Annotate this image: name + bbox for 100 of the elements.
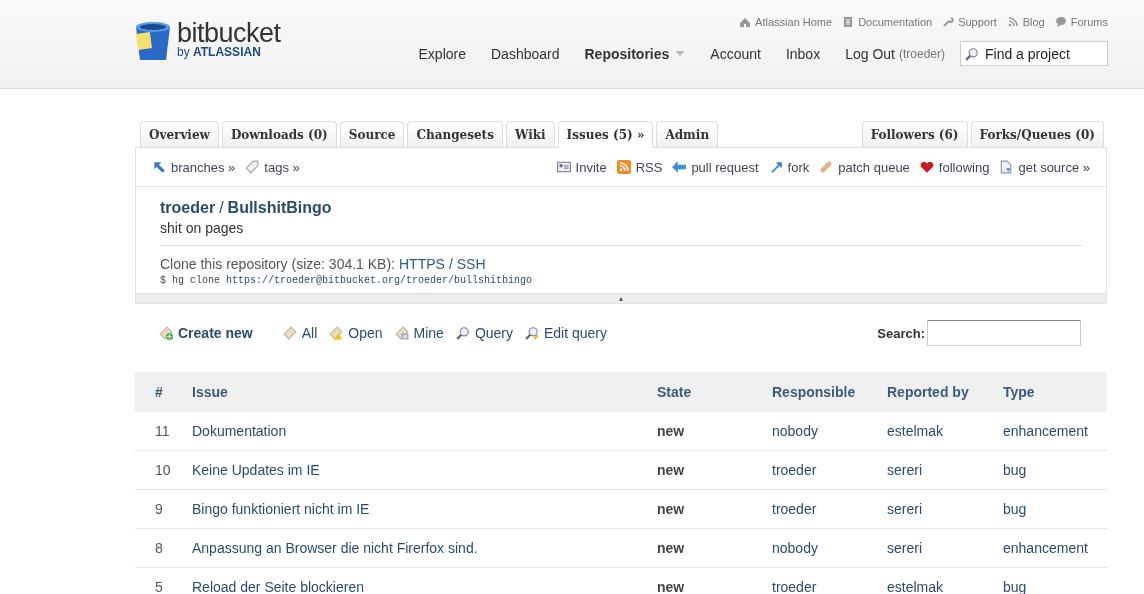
reporter-link[interactable]: sereri (887, 540, 1003, 556)
responsible-link[interactable]: troeder (772, 501, 887, 517)
speech-bubble-icon (1054, 16, 1067, 28)
nav-link[interactable]: Log Out (troeder) (845, 45, 945, 62)
responsible-link[interactable]: troeder (772, 579, 887, 594)
toolbar-link[interactable]: All (301, 325, 318, 341)
issue-link[interactable]: Keine Updates im IE (192, 462, 657, 478)
issue-state: new (657, 501, 686, 517)
arrow-icon (768, 160, 783, 174)
clone-label: Clone this repository (size: 304.1 KB): (160, 256, 395, 272)
issue-type: enhancement (1003, 423, 1089, 439)
tab[interactable]: Admin (656, 121, 719, 147)
issue-type: bug (1003, 501, 1028, 517)
clone-command: $ hg clone (160, 275, 220, 286)
toolbar-link[interactable]: Invite (575, 159, 607, 175)
owner-link[interactable]: troeder (160, 199, 216, 217)
issue-type: bug (1003, 462, 1028, 478)
issue-link[interactable]: Bingo funktioniert nicht im IE (192, 501, 657, 517)
toolbar-link[interactable]: patch queue (838, 159, 910, 175)
nav-link[interactable]: Account (710, 45, 761, 62)
tag-icon (245, 160, 260, 174)
ticket-icon (282, 326, 297, 340)
magnifier-pencil-icon (525, 326, 539, 340)
nav-link[interactable]: Repositories (584, 45, 686, 62)
toolbar-link[interactable]: Edit query (544, 325, 608, 341)
reporter-link[interactable]: estelmak (887, 579, 1003, 594)
tab[interactable]: Overview (140, 121, 219, 147)
column-header: Issue (192, 384, 229, 400)
responsible-link[interactable]: troeder (772, 462, 887, 478)
arrow-icon (152, 160, 166, 174)
issue-number: 9 (154, 501, 164, 517)
top-link[interactable]: Atlassian Home (755, 16, 833, 28)
logo-byline: by ATLASSIAN (177, 45, 262, 59)
tab[interactable]: Changesets (407, 121, 503, 147)
toolbar-link[interactable]: Open (348, 325, 383, 341)
document-icon (842, 16, 855, 28)
nav-link[interactable]: Explore (418, 45, 466, 62)
logo-wordmark[interactable]: bitbucket (177, 21, 281, 45)
toolbar-link[interactable]: get source » (1018, 159, 1090, 175)
issue-number: 5 (154, 579, 164, 594)
tab[interactable]: Source (339, 121, 405, 147)
toolbar-link[interactable]: fork (787, 159, 810, 175)
feed-icon (1006, 16, 1019, 28)
house-icon (739, 16, 752, 28)
search-field[interactable] (927, 320, 1081, 346)
tab[interactable]: Issues (5) » (557, 121, 654, 148)
issue-state: new (657, 540, 686, 556)
toolbar-link[interactable]: following (938, 159, 990, 175)
toolbar-link[interactable]: Create new (178, 325, 253, 341)
ticket-warning-icon (329, 326, 344, 340)
reporter-link[interactable]: sereri (887, 462, 1003, 478)
search-field[interactable]: Find a project (960, 41, 1108, 66)
column-header: # (154, 384, 164, 400)
repo-description: shit on pages (160, 220, 245, 236)
search-icon (965, 47, 979, 61)
issue-state: new (657, 579, 686, 594)
toolbar-link[interactable]: Query (474, 325, 513, 341)
rss-icon (616, 160, 631, 174)
left-arrow-icon (672, 160, 687, 174)
reporter-link[interactable]: estelmak (887, 423, 1003, 439)
issue-number: 8 (154, 540, 164, 556)
tab[interactable]: Followers (6) (861, 121, 968, 147)
issue-state: new (657, 423, 686, 439)
responsible-link[interactable]: nobody (772, 540, 887, 556)
toolbar-link[interactable]: RSS (635, 159, 663, 175)
toolbar-link[interactable]: tags » (264, 159, 300, 175)
top-link[interactable]: Blog (1022, 16, 1045, 28)
tab[interactable]: Forks/Queues (0) (970, 121, 1104, 147)
top-link[interactable]: Documentation (858, 16, 933, 28)
magnifier-icon (455, 326, 470, 340)
issue-number: 11 (154, 423, 171, 439)
reporter-link[interactable]: sereri (887, 501, 1003, 517)
heart-icon (919, 160, 934, 174)
column-header: State (657, 384, 693, 400)
column-header: Type (1003, 384, 1036, 400)
document-icon (999, 160, 1014, 174)
collapse-bar[interactable]: ▴ (136, 293, 1106, 303)
wrench-icon (942, 16, 955, 28)
repo-link[interactable]: BullshitBingo (227, 199, 332, 217)
issue-link[interactable]: Anpassung an Browser die nicht Firerfox sind. (192, 540, 657, 556)
top-link[interactable]: Forums (1070, 16, 1108, 28)
nav-link[interactable]: Dashboard (491, 45, 560, 62)
responsible-link[interactable]: nobody (772, 423, 887, 439)
search-label: Search: (877, 325, 925, 341)
toolbar-link[interactable]: branches » (171, 159, 236, 175)
nav-link[interactable]: Inbox (785, 45, 821, 62)
clone-url: https://troeder@bitbucket.org/troeder/bullshitbingo (226, 275, 533, 286)
toolbar-link[interactable]: Mine (413, 325, 444, 341)
separator: / (448, 256, 453, 272)
toolbar-link[interactable]: pull request (691, 159, 759, 175)
issue-link[interactable]: Reload der Seite blockieren (192, 579, 657, 594)
ticket-plus-icon (159, 326, 173, 340)
top-link[interactable]: Support (958, 16, 997, 28)
protocol-link[interactable]: HTTPS (399, 256, 445, 272)
tab[interactable]: Wiki (505, 121, 555, 147)
column-header: Responsible (772, 384, 857, 400)
issue-type: bug (1003, 579, 1028, 594)
issue-link[interactable]: Dokumentation (192, 423, 657, 439)
tab[interactable]: Downloads (0) (221, 121, 337, 147)
protocol-link[interactable]: SSH (456, 256, 486, 272)
